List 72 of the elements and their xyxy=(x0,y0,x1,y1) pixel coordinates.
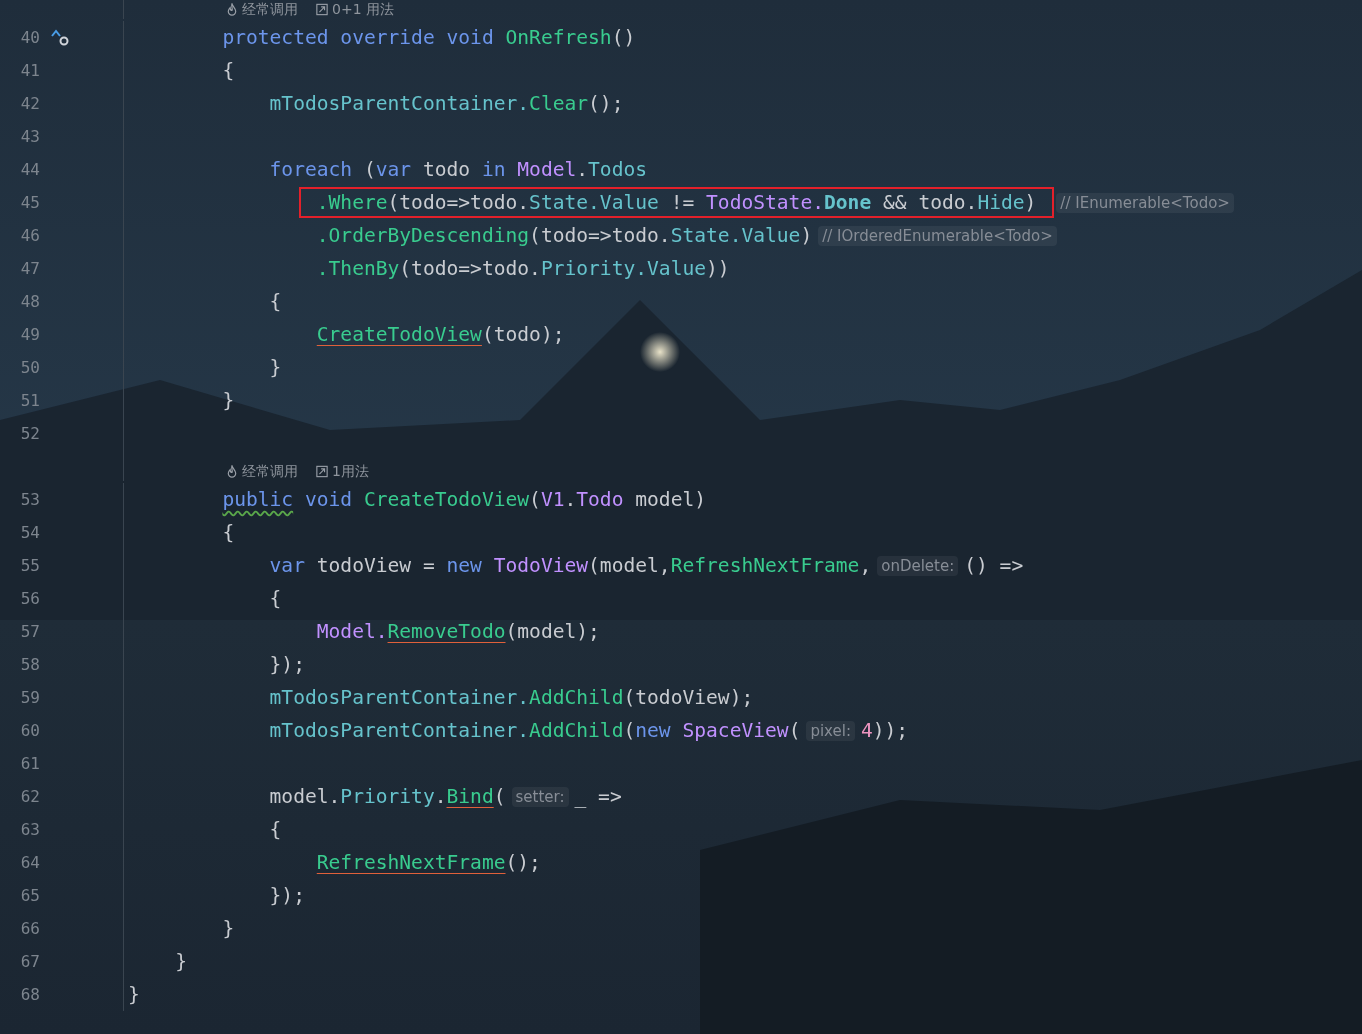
code-text: { xyxy=(222,59,235,82)
code-text: mTodosParentContainer.AddChild(todoView); xyxy=(269,686,754,709)
flame-icon xyxy=(226,2,238,16)
code-text: } xyxy=(269,356,282,379)
code-text: } xyxy=(222,917,235,940)
code-text: }); xyxy=(269,884,305,907)
line-number: 66 xyxy=(19,919,40,938)
line-number: 45 xyxy=(19,193,40,212)
line-number: 55 xyxy=(19,556,40,575)
code-text: mTodosParentContainer.Clear(); xyxy=(269,92,624,115)
line-number: 63 xyxy=(19,820,40,839)
code-text: { xyxy=(222,521,235,544)
line-number: 56 xyxy=(19,589,40,608)
code-text: foreach (var todo in Model.Todos xyxy=(269,158,648,181)
flame-icon xyxy=(226,464,238,478)
code-vision-hint[interactable]: 经常调用 xyxy=(242,1,298,17)
line-number: 49 xyxy=(19,325,40,344)
code-vision-hint[interactable]: 0+1 用法 xyxy=(332,1,394,17)
inlay-hint: // IOrderedEnumerable<Todo> xyxy=(818,225,1057,246)
code-text: RefreshNextFrame(); xyxy=(316,851,541,874)
external-link-icon xyxy=(316,464,328,478)
code-vision-hint[interactable]: 经常调用 xyxy=(242,463,298,479)
code-text: .OrderByDescending(todo=>todo.State.Value) xyxy=(316,224,813,247)
code-text: Model.RemoveTodo(model); xyxy=(316,620,600,643)
inlay-hint: setter: xyxy=(511,786,569,807)
code-text: CreateTodoView(todo); xyxy=(316,323,565,346)
code-vision-hint[interactable]: 1用法 xyxy=(332,463,369,479)
line-number: 68 xyxy=(19,985,40,1004)
code-text: { xyxy=(269,818,282,841)
line-number: 57 xyxy=(19,622,40,641)
override-marker-icon[interactable] xyxy=(50,27,70,48)
line-number: 58 xyxy=(19,655,40,674)
code-text: .ThenBy(todo=>todo.Priority.Value)) xyxy=(316,257,730,280)
code-text: _ => xyxy=(574,785,622,808)
code-text: public void CreateTodoView(V1.Todo model) xyxy=(222,488,707,511)
line-number: 54 xyxy=(19,523,40,542)
code-text: } xyxy=(128,983,140,1006)
highlighted-code: .Where(todo=>todo.State.Value != TodoState.Done && todo.Hide) xyxy=(298,187,1055,218)
code-text: } xyxy=(222,389,235,412)
line-number: 67 xyxy=(19,952,40,971)
code-text: protected override void OnRefresh() xyxy=(222,26,636,49)
line-number: 48 xyxy=(19,292,40,311)
line-number: 64 xyxy=(19,853,40,872)
line-number: 65 xyxy=(19,886,40,905)
inlay-hint: pixel: xyxy=(806,720,855,741)
inlay-hint: // IEnumerable<Todo> xyxy=(1056,192,1234,213)
code-text: mTodosParentContainer.AddChild(new SpaceView( xyxy=(269,719,801,742)
line-number: 52 xyxy=(19,424,40,443)
line-number: 62 xyxy=(19,787,40,806)
code-text: { xyxy=(269,587,282,610)
line-number: 61 xyxy=(19,754,40,773)
inlay-hint: onDelete: xyxy=(877,555,959,576)
line-number: 42 xyxy=(19,94,40,113)
line-number: 59 xyxy=(19,688,40,707)
line-number: 53 xyxy=(19,490,40,509)
line-number: 40 xyxy=(19,28,40,47)
code-text: } xyxy=(175,950,187,973)
line-number: 51 xyxy=(19,391,40,410)
code-text: var todoView = new TodoView(model,RefreshNextFrame, xyxy=(269,554,872,577)
code-text: { xyxy=(269,290,282,313)
code-text: model.Priority.Bind( xyxy=(269,785,506,808)
line-number: 47 xyxy=(19,259,40,278)
code-text: () => xyxy=(964,554,1024,577)
line-number: 46 xyxy=(19,226,40,245)
line-number: 50 xyxy=(19,358,40,377)
line-number: 41 xyxy=(19,61,40,80)
line-number: 44 xyxy=(19,160,40,179)
line-number: 60 xyxy=(19,721,40,740)
line-number: 43 xyxy=(19,127,40,146)
external-link-icon xyxy=(316,2,328,16)
code-text: }); xyxy=(269,653,305,676)
code-text: 4)); xyxy=(861,719,909,742)
